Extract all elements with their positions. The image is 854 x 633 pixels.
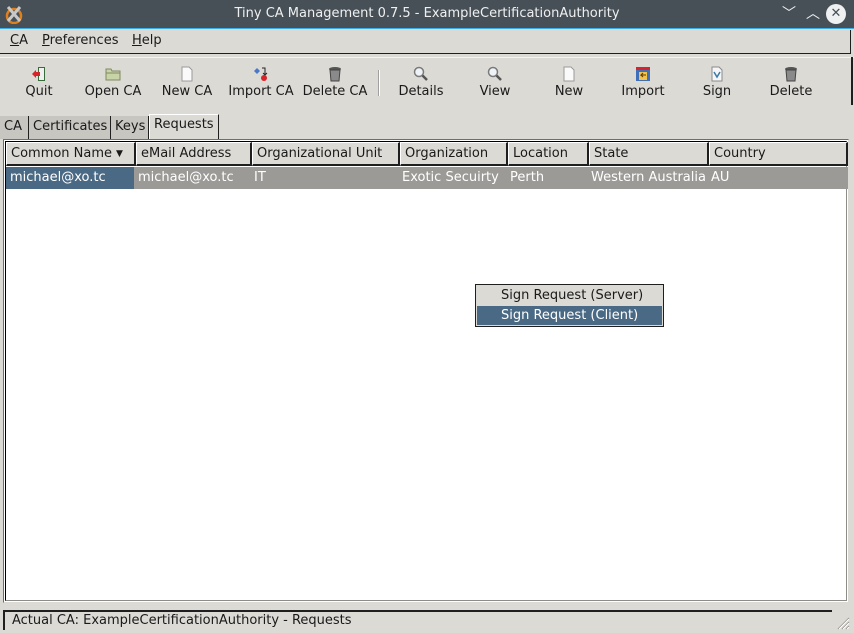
- table-header: Common Name ▼ eMail Address Organizationa…: [6, 142, 848, 166]
- toolbar-separator: [378, 70, 380, 96]
- maximize-button[interactable]: ︿: [803, 4, 823, 24]
- toolbar-border: [851, 57, 853, 105]
- tab-ca[interactable]: CA: [0, 116, 29, 139]
- new-ca-label: New CA: [161, 84, 213, 99]
- new-document-icon: [563, 66, 575, 82]
- trash-icon: [329, 67, 341, 82]
- view-label: View: [479, 84, 511, 99]
- cell-org-unit[interactable]: IT: [250, 167, 398, 189]
- menu-preferences[interactable]: Preferences: [42, 33, 118, 48]
- folder-open-icon: [105, 68, 121, 81]
- menu-bar: CA Preferences Help: [0, 30, 851, 54]
- new-button[interactable]: New: [538, 58, 600, 104]
- context-menu: Sign Request (Server) Sign Request (Clie…: [475, 284, 664, 327]
- window-title: Tiny CA Management 0.7.5 - ExampleCertif…: [234, 6, 620, 21]
- cell-organization[interactable]: Exotic Secuirty: [398, 167, 506, 189]
- view-button[interactable]: View: [464, 58, 526, 104]
- menu-ca-label: A: [19, 33, 28, 48]
- menu-help-label: elp: [141, 33, 162, 48]
- menu-ca[interactable]: CA: [10, 33, 28, 48]
- cell-state[interactable]: Western Australia: [587, 167, 707, 189]
- quit-button[interactable]: Quit: [8, 58, 70, 104]
- tab-keys[interactable]: Keys: [111, 116, 149, 139]
- open-ca-button[interactable]: Open CA: [80, 58, 146, 104]
- toolbar: Quit Open CA New CA Import CA Delete CA: [0, 57, 854, 105]
- cell-email[interactable]: michael@xo.tc: [134, 167, 250, 189]
- menu-preferences-label: references: [49, 33, 119, 48]
- close-button[interactable]: ✕: [826, 4, 846, 24]
- delete-ca-button[interactable]: Delete CA: [300, 58, 370, 104]
- column-header-org-unit[interactable]: Organizational Unit: [252, 142, 400, 166]
- column-header-email[interactable]: eMail Address: [136, 142, 252, 166]
- resize-grip-icon[interactable]: [834, 614, 850, 630]
- import-icon: [636, 67, 650, 81]
- cell-common-name[interactable]: michael@xo.tc: [6, 167, 134, 189]
- table-row[interactable]: michael@xo.tc michael@xo.tc IT Exotic Se…: [6, 167, 848, 189]
- new-label: New: [554, 84, 584, 99]
- title-bar: Tiny CA Management 0.7.5 - ExampleCertif…: [0, 0, 854, 29]
- menu-help-mnemonic: H: [132, 33, 142, 48]
- new-document-icon: [181, 66, 193, 82]
- delete-ca-label: Delete CA: [302, 84, 368, 99]
- delete-button[interactable]: Delete: [760, 58, 822, 104]
- sign-button[interactable]: Sign: [686, 58, 748, 104]
- column-header-label: Common Name: [11, 146, 113, 161]
- requests-table: Common Name ▼ eMail Address Organizationa…: [3, 139, 849, 603]
- column-header-state[interactable]: State: [589, 142, 709, 166]
- delete-label: Delete: [769, 84, 813, 99]
- magnifier-icon: [487, 66, 502, 81]
- menu-preferences-mnemonic: P: [42, 33, 50, 48]
- import-ca-label: Import CA: [228, 84, 294, 99]
- import-button[interactable]: Import: [612, 58, 674, 104]
- details-button[interactable]: Details: [390, 58, 452, 104]
- column-header-common-name[interactable]: Common Name ▼: [6, 142, 136, 166]
- notebook-tabs: CA Certificates Keys Requests: [0, 114, 854, 139]
- tab-certificates[interactable]: Certificates: [29, 116, 111, 139]
- cell-country[interactable]: AU: [707, 167, 846, 189]
- menu-item-sign-request-client[interactable]: Sign Request (Client): [477, 306, 662, 325]
- menu-item-sign-request-server[interactable]: Sign Request (Server): [477, 286, 662, 305]
- status-bar: Actual CA: ExampleCertificationAuthority…: [0, 606, 854, 633]
- sort-descending-icon: ▼: [116, 149, 123, 159]
- menu-ca-mnemonic: C: [10, 33, 20, 48]
- trash-icon: [785, 67, 797, 82]
- column-header-country[interactable]: Country: [709, 142, 848, 166]
- sign-label: Sign: [702, 84, 732, 99]
- import-ca-button[interactable]: Import CA: [226, 58, 296, 104]
- import-label: Import: [621, 84, 665, 99]
- details-label: Details: [398, 84, 444, 99]
- minimize-button[interactable]: ﹀: [779, 4, 799, 24]
- import-ca-icon: [254, 67, 268, 81]
- open-ca-label: Open CA: [84, 84, 142, 99]
- requests-table-frame: Common Name ▼ eMail Address Organizationa…: [5, 141, 848, 601]
- cell-location[interactable]: Perth: [506, 167, 587, 189]
- new-ca-button[interactable]: New CA: [156, 58, 218, 104]
- magnifier-icon: [413, 66, 428, 81]
- menu-help[interactable]: Help: [132, 33, 162, 48]
- quit-label: Quit: [25, 84, 53, 99]
- sign-icon: [711, 66, 723, 82]
- tab-requests[interactable]: Requests: [149, 114, 219, 139]
- quit-icon: [32, 67, 45, 81]
- status-text: Actual CA: ExampleCertificationAuthority…: [3, 610, 832, 630]
- column-header-organization[interactable]: Organization: [400, 142, 508, 166]
- column-header-location[interactable]: Location: [508, 142, 589, 166]
